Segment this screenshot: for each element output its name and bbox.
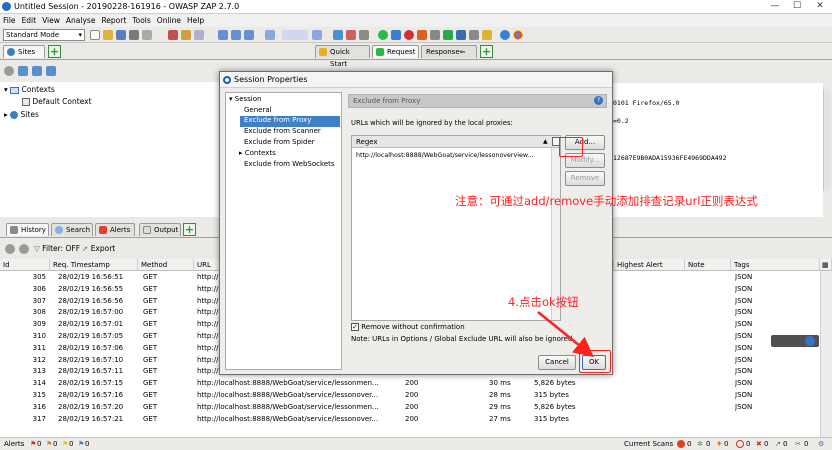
annotation-arrows <box>537 311 594 358</box>
arrow-to-ok <box>537 311 594 358</box>
